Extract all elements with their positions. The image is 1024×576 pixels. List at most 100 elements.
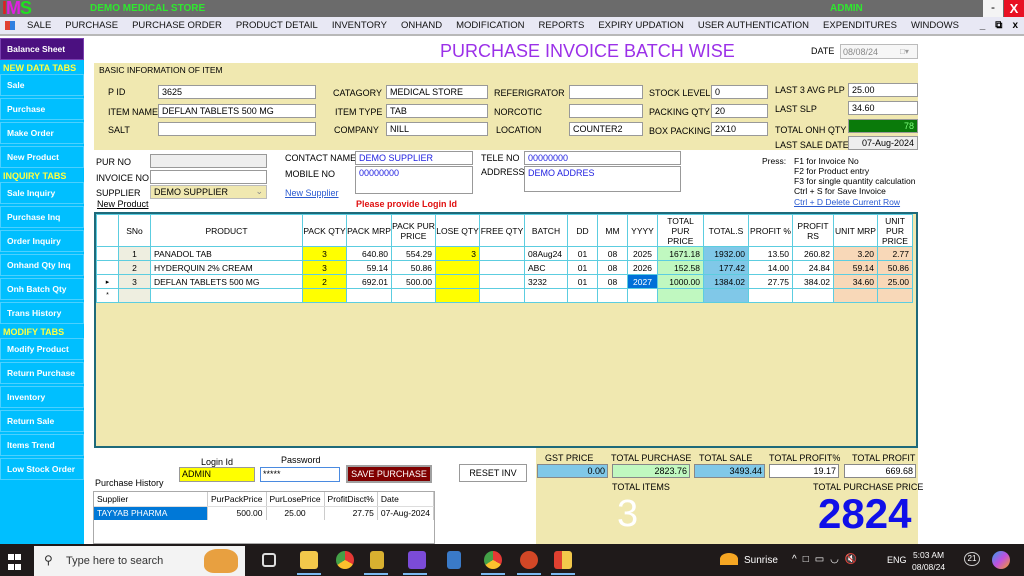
sidebar-balance-sheet[interactable]: Balance Sheet (0, 38, 84, 60)
visual-studio-icon[interactable] (408, 551, 426, 569)
menu-purchase-order[interactable]: PURCHASE ORDER (125, 20, 229, 31)
sidebar-item-new-product[interactable]: New Product (0, 146, 84, 168)
password-field[interactable]: ***** (260, 467, 340, 482)
new-supplier-link[interactable]: New Supplier (285, 188, 339, 198)
menu-sale[interactable]: SALE (20, 20, 58, 31)
cell-total-s[interactable]: 1932.00 (703, 246, 749, 261)
menu-product-detail[interactable]: PRODUCT DETAIL (229, 20, 325, 31)
row-header[interactable]: ▸ (96, 274, 119, 289)
sidebar-item-low-stock-order[interactable]: Low Stock Order (0, 458, 84, 480)
cell-batch[interactable]: 08Aug24 (524, 246, 568, 261)
cell-pack-qty[interactable] (302, 288, 347, 303)
cell-lose-qty[interactable] (435, 260, 480, 275)
sidebar-item-return-sale[interactable]: Return Sale (0, 410, 84, 432)
cell-yyyy[interactable]: 2027 (627, 274, 658, 289)
chrome-profile-icon[interactable] (484, 551, 502, 569)
cell-free-qty[interactable] (479, 274, 525, 289)
cell-free-qty[interactable] (479, 288, 525, 303)
col-lose-qty[interactable]: LOSE QTY (435, 214, 480, 247)
powerpoint-icon[interactable] (520, 551, 538, 569)
invoice-no-field[interactable] (150, 170, 267, 184)
menu-user-authentication[interactable]: USER AUTHENTICATION (691, 20, 816, 31)
cell-sno[interactable] (118, 288, 151, 303)
mdi-restore-icon[interactable]: ⧉ (995, 20, 1002, 31)
col-dd[interactable]: DD (567, 214, 598, 247)
box-packing-field[interactable]: 2X10 (711, 122, 768, 136)
cell-batch[interactable]: 3232 (524, 274, 568, 289)
col-sno[interactable]: SNo (118, 214, 151, 247)
close-button[interactable]: X (1004, 0, 1024, 17)
refrigerator-field[interactable] (569, 85, 643, 99)
hist-col-profit-disct[interactable]: ProfitDisct% (324, 492, 378, 507)
stock-level-field[interactable]: 0 (711, 85, 768, 99)
pid-field[interactable]: 3625 (158, 85, 316, 99)
windows-start-icon[interactable] (8, 553, 22, 570)
cell-unit-mrp[interactable]: 59.14 (833, 260, 878, 275)
menu-windows[interactable]: WINDOWS (904, 20, 966, 31)
menu-expenditures[interactable]: EXPENDITURES (816, 20, 904, 31)
chrome-icon[interactable] (336, 551, 354, 569)
weather-text[interactable]: Sunrise (744, 555, 778, 566)
table-row[interactable]: ▸ 3 DEFLAN TABLETS 500 MG 2 692.01 500.00 3232… (96, 274, 913, 289)
reset-invoice-button[interactable]: RESET INV (459, 464, 527, 482)
delete-row-link[interactable]: Ctrl + D Delete Current Row (794, 197, 900, 207)
sidebar-item-make-order[interactable]: Make Order (0, 122, 84, 144)
weather-sunrise-icon[interactable] (720, 553, 738, 565)
cell-profit-pct[interactable]: 14.00 (748, 260, 793, 275)
system-tray-icons[interactable]: ^□▭◡🔇 (792, 554, 863, 565)
item-name-field[interactable]: DEFLAN TABLETS 500 MG (158, 104, 316, 118)
cell-product[interactable]: DEFLAN TABLETS 500 MG (150, 274, 303, 289)
cell-dd[interactable]: 01 (567, 274, 598, 289)
cell-pack-pur[interactable]: 500.00 (391, 274, 436, 289)
pur-no-field[interactable] (150, 154, 267, 168)
cell-total-pur[interactable]: 1000.00 (657, 274, 704, 289)
mobile-no-field[interactable]: 00000000 (355, 166, 473, 194)
cell-profit-rs[interactable]: 384.02 (792, 274, 834, 289)
col-mm[interactable]: MM (597, 214, 628, 247)
save-purchase-button[interactable]: SAVE PURCHASE (346, 465, 432, 483)
col-total-s[interactable]: TOTAL.S (703, 214, 749, 247)
cell-unit-mrp[interactable] (833, 288, 878, 303)
row-header[interactable] (96, 246, 119, 261)
cell-yyyy[interactable] (627, 288, 658, 303)
language-indicator[interactable]: ENG (887, 555, 907, 565)
cell-lose-qty[interactable] (435, 274, 480, 289)
col-yyyy[interactable]: YYYY (627, 214, 658, 247)
hist-col-pur-lose-price[interactable]: PurLosePrice (266, 492, 325, 507)
cell-profit-pct[interactable]: 27.75 (748, 274, 793, 289)
col-pack-mrp[interactable]: PACK MRP (346, 214, 392, 247)
cell-total-pur[interactable] (657, 288, 704, 303)
cell-unit-pur[interactable] (877, 288, 913, 303)
cell-total-s[interactable]: 1384.02 (703, 274, 749, 289)
packing-qty-field[interactable]: 20 (711, 104, 768, 118)
table-row[interactable]: 2 HYDERQUIN 2% CREAM 3 59.14 50.86 ABC 01 08 202… (96, 260, 913, 275)
menu-inventory[interactable]: INVENTORY (325, 20, 394, 31)
row-header[interactable]: * (96, 288, 119, 303)
supplier-select[interactable]: DEMO SUPPLIER ⌄ (150, 185, 267, 199)
minimize-button[interactable]: - (983, 0, 1003, 17)
cell-pack-mrp[interactable] (346, 288, 392, 303)
menu-modification[interactable]: MODIFICATION (449, 20, 531, 31)
hist-col-supplier[interactable]: Supplier (94, 492, 209, 507)
copilot-icon[interactable] (992, 551, 1010, 569)
cell-pack-pur[interactable]: 50.86 (391, 260, 436, 275)
cell-sno[interactable]: 2 (118, 260, 151, 275)
calendar-dropdown-icon[interactable]: □▾ (900, 47, 914, 57)
menu-expiry-updation[interactable]: EXPIRY UPDATION (591, 20, 691, 31)
col-unit-mrp[interactable]: UNIT MRP (833, 214, 878, 247)
chevron-down-icon[interactable]: ⌄ (255, 186, 263, 197)
clock[interactable]: 5:03 AM 08/08/24 (912, 549, 945, 573)
sidebar-item-modify-product[interactable]: Modify Product (0, 338, 84, 360)
tele-no-field[interactable]: 00000000 (524, 151, 681, 165)
cell-mm[interactable]: 08 (597, 260, 628, 275)
cell-pack-mrp[interactable]: 692.01 (346, 274, 392, 289)
sidebar-item-purchase[interactable]: Purchase (0, 98, 84, 120)
col-pack-pur-price[interactable]: PACK PUR PRICE (391, 214, 436, 247)
cell-profit-pct[interactable]: 13.50 (748, 246, 793, 261)
cell-mm[interactable]: 08 (597, 274, 628, 289)
login-id-field[interactable]: ADMIN (179, 467, 255, 482)
sidebar-item-order-inquiry[interactable]: Order Inquiry (0, 230, 84, 252)
table-row[interactable]: * (96, 288, 913, 303)
cell-pack-qty[interactable]: 3 (302, 246, 347, 261)
calculator-icon[interactable] (447, 551, 461, 569)
